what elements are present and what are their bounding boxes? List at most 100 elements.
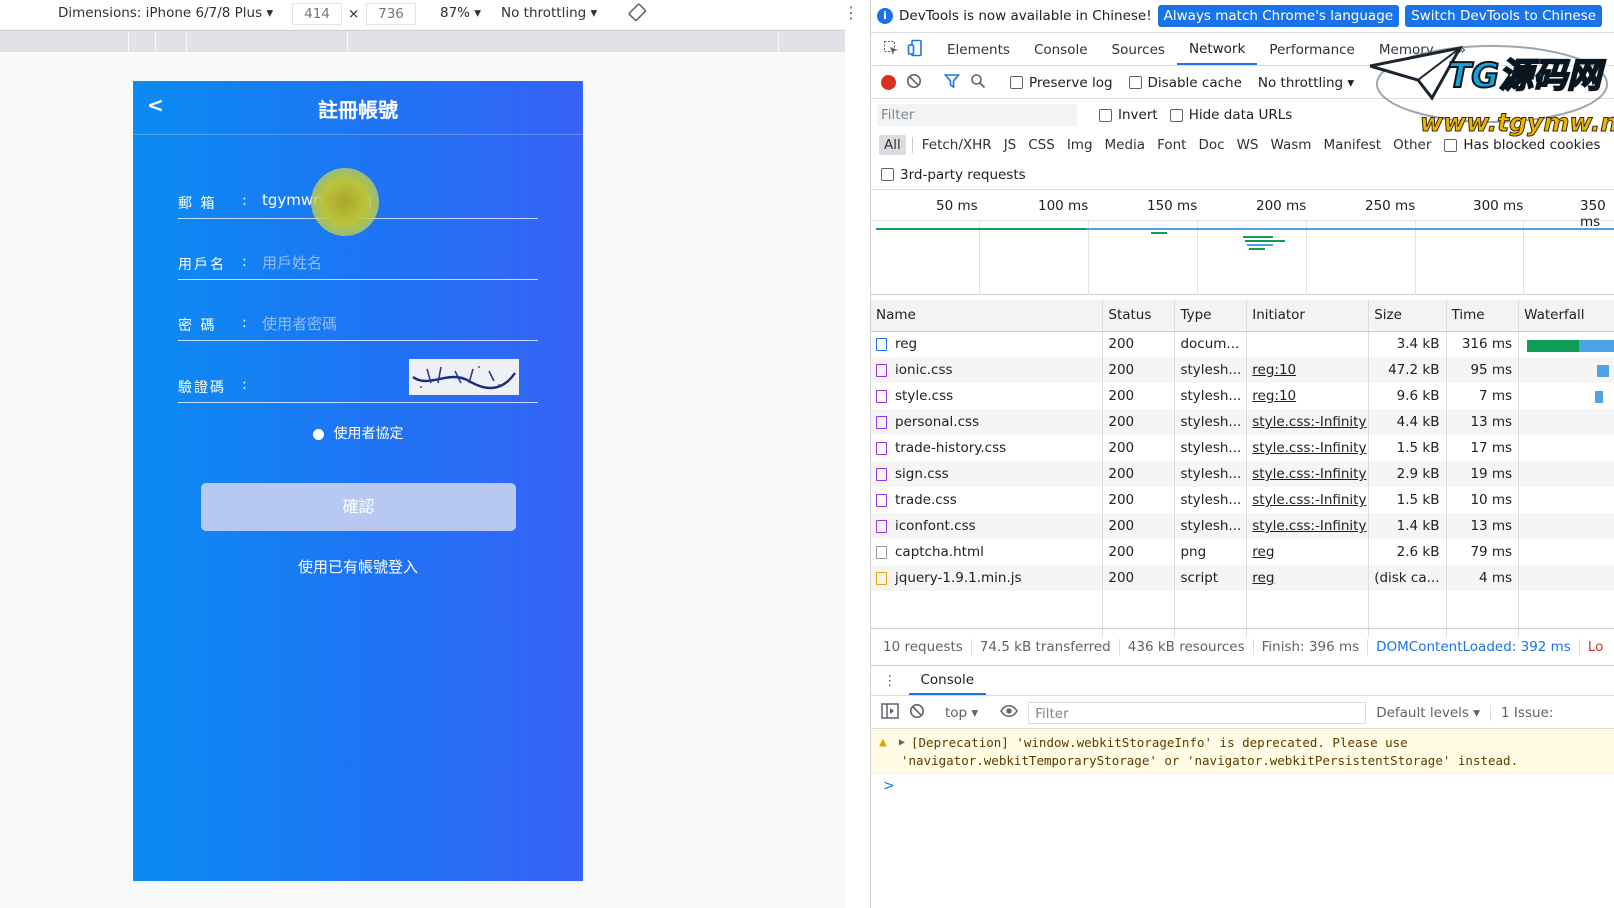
- type-filter-ws[interactable]: WS: [1232, 135, 1264, 155]
- type-filter-all[interactable]: All: [879, 135, 906, 155]
- third-party-checkbox[interactable]: [881, 168, 894, 181]
- table-row[interactable]: sign.css 200 stylesh... style.css:-Infinity…: [871, 461, 1614, 487]
- type-filter-font[interactable]: Font: [1152, 135, 1191, 155]
- table-row[interactable]: captcha.html 200 png reg 2.6 kB 79 ms: [871, 539, 1614, 565]
- type-filter-js[interactable]: JS: [999, 135, 1022, 155]
- request-initiator[interactable]: reg: [1246, 539, 1370, 565]
- col-status[interactable]: Status: [1102, 300, 1176, 332]
- more-tabs-button[interactable]: »: [1446, 34, 1478, 65]
- preserve-log-toggle[interactable]: Preserve log: [1010, 75, 1113, 91]
- issues-button[interactable]: 1 Issue:: [1490, 704, 1553, 721]
- console-prompt[interactable]: >: [883, 778, 895, 794]
- sidebar-toggle-icon[interactable]: [881, 702, 899, 723]
- type-filter-other[interactable]: Other: [1388, 135, 1436, 155]
- request-initiator[interactable]: style.css:-Infinity: [1246, 461, 1370, 487]
- table-row[interactable]: jquery-1.9.1.min.js 200 script reg (disk ca.…: [871, 565, 1614, 591]
- agreement-radio[interactable]: [312, 428, 324, 440]
- tab-network[interactable]: Network: [1176, 34, 1258, 65]
- captcha-image[interactable]: [409, 359, 519, 395]
- table-row[interactable]: ionic.css 200 stylesh... reg:10 47.2 kB 95 ms: [871, 357, 1614, 383]
- col-name[interactable]: Name: [871, 300, 1104, 332]
- username-field[interactable]: 用戶名 : 用戶姓名: [178, 246, 538, 280]
- login-link[interactable]: 使用已有帳號登入: [133, 556, 583, 577]
- timeline-overview[interactable]: 50 ms 100 ms 150 ms 200 ms 250 ms 300 ms…: [871, 191, 1614, 295]
- table-row[interactable]: iconfont.css 200 stylesh... style.css:-Infi…: [871, 513, 1614, 539]
- request-initiator[interactable]: reg:10: [1246, 383, 1370, 409]
- tab-sources[interactable]: Sources: [1100, 34, 1177, 65]
- col-initiator[interactable]: Initiator: [1246, 300, 1370, 332]
- invert-toggle[interactable]: Invert: [1099, 107, 1158, 123]
- rotate-icon[interactable]: [628, 3, 648, 27]
- disable-cache-checkbox[interactable]: [1128, 76, 1142, 89]
- confirm-button[interactable]: 確認: [201, 483, 516, 531]
- invert-checkbox[interactable]: [1099, 108, 1112, 122]
- request-waterfall: [1518, 539, 1614, 565]
- expand-arrow-icon[interactable]: ▶: [899, 737, 905, 748]
- request-initiator[interactable]: reg: [1246, 565, 1370, 591]
- switch-chinese-button[interactable]: Switch DevTools to Chinese: [1405, 5, 1603, 27]
- record-icon[interactable]: [881, 75, 896, 90]
- col-size[interactable]: Size: [1368, 300, 1447, 332]
- console-warning[interactable]: ▲ ▶ [Deprecation] 'window.webkitStorageI…: [871, 730, 1614, 774]
- match-language-button[interactable]: Always match Chrome's language: [1157, 5, 1400, 27]
- type-filter-manifest[interactable]: Manifest: [1318, 135, 1386, 155]
- device-toggle-icon[interactable]: [907, 39, 925, 61]
- height-input[interactable]: 736: [366, 3, 416, 25]
- password-field[interactable]: 密 碼 : 使用者密碼: [178, 307, 538, 341]
- captcha-field[interactable]: 驗證碼 :: [178, 359, 538, 403]
- type-filter-media[interactable]: Media: [1100, 135, 1151, 155]
- hide-data-urls-checkbox[interactable]: [1169, 108, 1183, 122]
- filter-input[interactable]: Filter: [877, 104, 1077, 126]
- request-initiator[interactable]: style.css:-Infinity: [1246, 435, 1370, 461]
- table-row[interactable]: trade.css 200 stylesh... style.css:-Infinit…: [871, 487, 1614, 513]
- type-filter-wasm[interactable]: Wasm: [1265, 135, 1316, 155]
- filter-icon[interactable]: [943, 73, 961, 93]
- tab-performance[interactable]: Performance: [1257, 34, 1367, 65]
- agreement-option[interactable]: 使用者協定: [133, 423, 583, 443]
- request-initiator-text: style.css:-Infinity: [1252, 518, 1367, 534]
- hide-data-urls-toggle[interactable]: Hide data URLs: [1169, 107, 1292, 123]
- clear-icon[interactable]: [906, 73, 922, 93]
- password-input[interactable]: 使用者密碼: [262, 313, 337, 334]
- tab-console[interactable]: Console: [1022, 34, 1100, 65]
- request-waterfall: [1518, 565, 1614, 591]
- table-row[interactable]: trade-history.css 200 stylesh... style.css:…: [871, 435, 1614, 461]
- type-filter-doc[interactable]: Doc: [1193, 135, 1229, 155]
- throttling-select[interactable]: No throttling ▾: [501, 5, 597, 21]
- col-type[interactable]: Type: [1174, 300, 1248, 332]
- dimensions-select[interactable]: Dimensions: iPhone 6/7/8 Plus ▾: [58, 5, 273, 21]
- inspect-icon[interactable]: [883, 40, 899, 60]
- context-select[interactable]: top ▾: [945, 705, 978, 721]
- table-row[interactable]: style.css 200 stylesh... reg:10 9.6 kB 7 ms: [871, 383, 1614, 409]
- width-input[interactable]: 414: [292, 3, 342, 25]
- search-icon[interactable]: [970, 73, 986, 93]
- request-initiator[interactable]: style.css:-Infinity: [1246, 513, 1370, 539]
- console-filter-input[interactable]: Filter: [1028, 701, 1367, 724]
- preserve-log-checkbox[interactable]: [1010, 76, 1023, 89]
- table-row[interactable]: reg 200 docum... 3.4 kB 316 ms: [871, 331, 1614, 357]
- console-clear-icon[interactable]: [909, 703, 925, 723]
- drawer-menu-icon[interactable]: ⋮: [883, 673, 897, 689]
- type-filter-img[interactable]: Img: [1062, 135, 1098, 155]
- request-initiator[interactable]: style.css:-Infinity: [1246, 409, 1370, 435]
- type-filter-fetch[interactable]: Fetch/XHR: [917, 135, 997, 155]
- log-levels-select[interactable]: Default levels ▾: [1376, 705, 1480, 721]
- request-initiator[interactable]: reg:10: [1246, 357, 1370, 383]
- tab-memory[interactable]: Memory: [1367, 34, 1446, 65]
- username-input[interactable]: 用戶姓名: [262, 252, 322, 273]
- live-expression-icon[interactable]: [1000, 704, 1019, 721]
- blocked-cookies-toggle[interactable]: Has blocked cookies: [1444, 137, 1601, 153]
- request-initiator[interactable]: style.css:-Infinity: [1246, 487, 1370, 513]
- col-time[interactable]: Time: [1446, 300, 1520, 332]
- third-party-toggle[interactable]: 3rd-party requests: [881, 167, 1026, 183]
- network-throttling-select[interactable]: No throttling ▾: [1258, 75, 1354, 91]
- zoom-select[interactable]: 87% ▾: [440, 5, 481, 21]
- table-row[interactable]: personal.css 200 stylesh... style.css:-Infi…: [871, 409, 1614, 435]
- tab-elements[interactable]: Elements: [935, 34, 1022, 65]
- blocked-cookies-checkbox[interactable]: [1444, 138, 1458, 152]
- col-waterfall[interactable]: Waterfall: [1518, 300, 1614, 332]
- type-filter-css[interactable]: CSS: [1023, 135, 1060, 155]
- drawer-tab-console[interactable]: Console: [908, 666, 987, 695]
- more-options-icon[interactable]: ⋮: [843, 3, 859, 22]
- disable-cache-toggle[interactable]: Disable cache: [1128, 75, 1242, 91]
